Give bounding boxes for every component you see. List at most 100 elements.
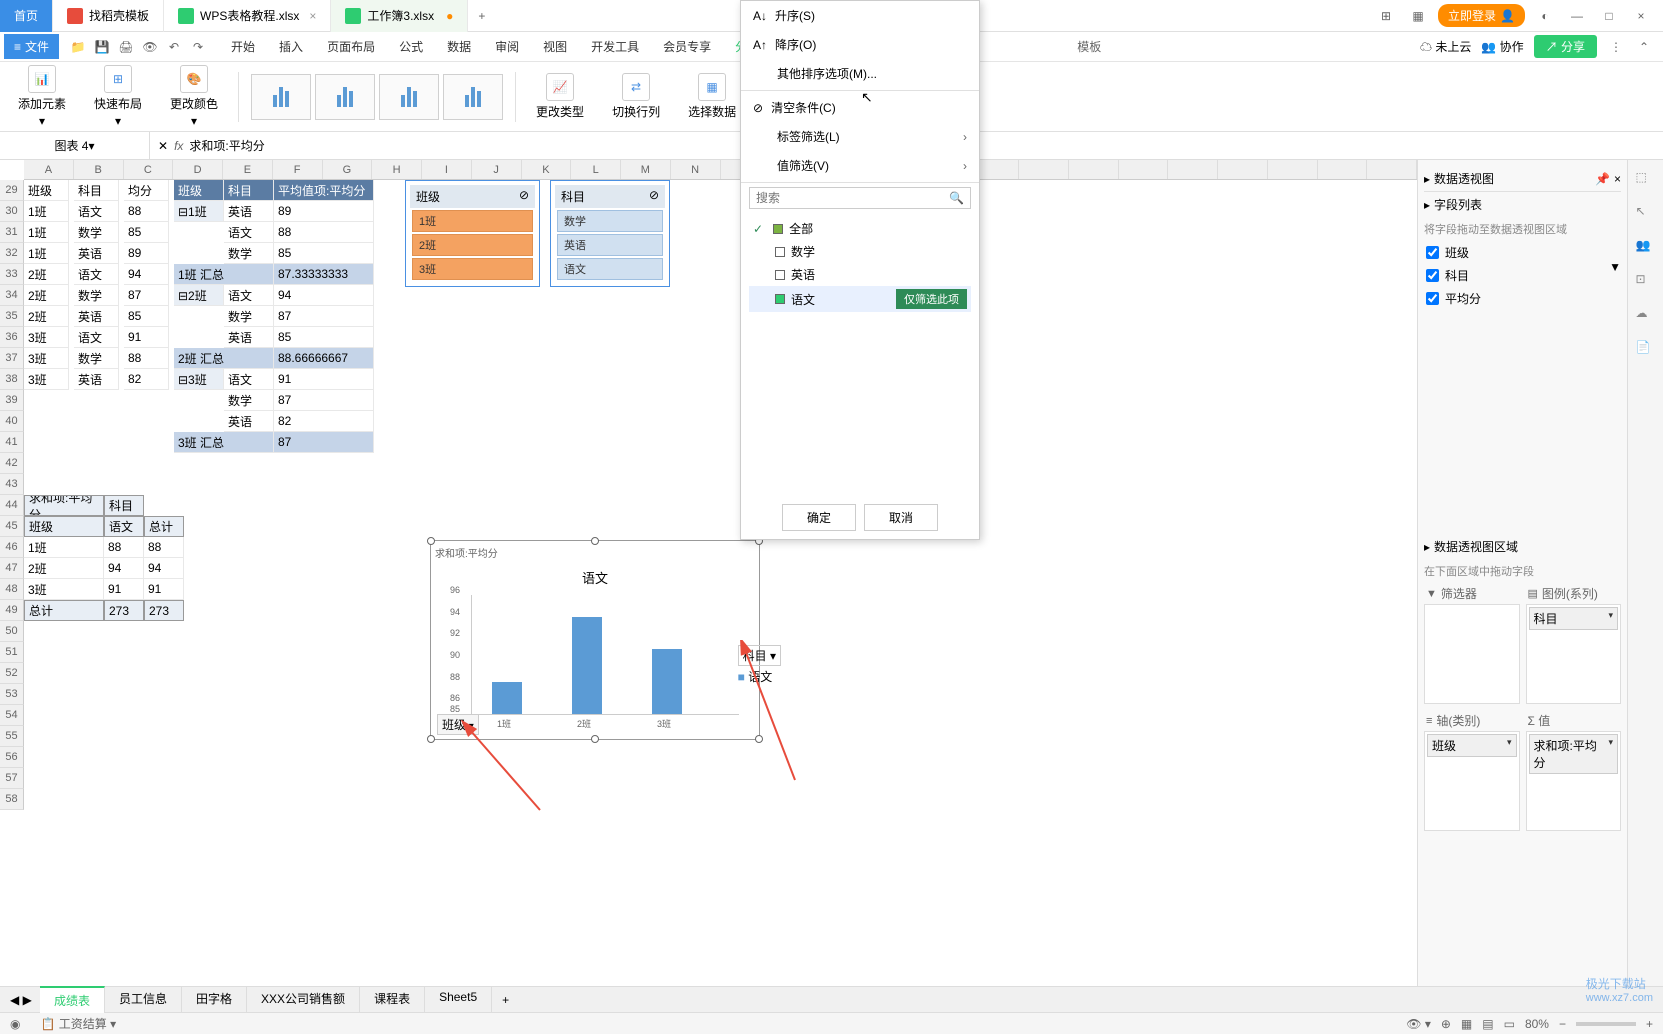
col-header[interactable]: N	[671, 160, 721, 179]
col-header[interactable]: E	[223, 160, 273, 179]
row-header[interactable]: 49	[0, 600, 24, 621]
close-icon[interactable]: ×	[309, 9, 316, 23]
slicer-item[interactable]: 3班	[412, 258, 533, 280]
col-header[interactable]: I	[422, 160, 472, 179]
row-header[interactable]: 47	[0, 558, 24, 579]
tab-templates[interactable]: 找稻壳模板	[53, 0, 164, 32]
cancel-button[interactable]: 取消	[864, 504, 938, 531]
menu-tab[interactable]: 会员专享	[653, 34, 721, 59]
cell[interactable]: 2班	[24, 264, 69, 285]
cell[interactable]: 3班	[24, 327, 69, 348]
pivot-icon[interactable]: 👥	[1636, 238, 1656, 258]
cell[interactable]: 91	[144, 579, 184, 600]
cell[interactable]: 语文	[224, 285, 274, 306]
row-header[interactable]: 30	[0, 201, 24, 222]
pivot-chart[interactable]: 求和项:平均分 语文 科目 ▾ ■ 语文 858688909294961班2班3…	[430, 540, 760, 740]
cell[interactable]: 语文	[74, 201, 119, 222]
change-color-button[interactable]: 🎨更改颜色 ▾	[162, 61, 226, 132]
cell[interactable]: 91	[274, 369, 374, 390]
slicer-subject[interactable]: 科目⊘ 数学英语语文	[550, 180, 670, 287]
filter-item[interactable]: 英语	[749, 263, 971, 286]
redo-icon[interactable]: ↷	[189, 38, 207, 56]
chart-bar[interactable]	[652, 649, 682, 714]
close-panel-icon[interactable]: ×	[1614, 172, 1621, 186]
cell[interactable]: 88	[104, 537, 144, 558]
legend-area[interactable]: 科目▾	[1526, 604, 1622, 704]
zoom-in-icon[interactable]: +	[1646, 1017, 1653, 1031]
row-header[interactable]: 50	[0, 621, 24, 642]
row-header[interactable]: 44	[0, 495, 24, 516]
field-checkbox[interactable]: 班级	[1424, 241, 1621, 264]
quick-layout-button[interactable]: ⊞快速布局 ▾	[86, 61, 150, 132]
page-view-icon[interactable]: ▤	[1482, 1017, 1493, 1031]
share-button[interactable]: ↗ 分享	[1534, 35, 1597, 58]
change-type-button[interactable]: 📈更改类型	[528, 69, 592, 124]
sheet-tab[interactable]: XXX公司销售额	[247, 986, 360, 1013]
cell[interactable]: 3班	[24, 579, 104, 600]
col-header[interactable]: J	[472, 160, 522, 179]
row-header[interactable]: 35	[0, 306, 24, 327]
cell[interactable]: 班级	[24, 180, 69, 201]
pin-icon[interactable]: 📌	[1595, 172, 1610, 186]
add-sheet[interactable]: +	[492, 993, 519, 1007]
row-header[interactable]: 42	[0, 453, 24, 474]
cell[interactable]: 2班	[24, 306, 69, 327]
row-header[interactable]: 34	[0, 285, 24, 306]
row-header[interactable]: 31	[0, 222, 24, 243]
row-header[interactable]: 39	[0, 390, 24, 411]
cloud-icon[interactable]: ☁	[1636, 306, 1656, 326]
sheet-tab[interactable]: 成绩表	[40, 986, 105, 1013]
zoom-out-icon[interactable]: −	[1559, 1017, 1566, 1031]
cell[interactable]: 科目	[104, 495, 144, 516]
cell[interactable]: ⊟1班	[174, 201, 224, 222]
clear-filter-icon[interactable]: ⊘	[519, 188, 529, 205]
reading-view-icon[interactable]: ▭	[1504, 1017, 1515, 1031]
cell[interactable]: 英语	[74, 243, 119, 264]
cell[interactable]: 数学	[74, 348, 119, 369]
login-button[interactable]: 立即登录 👤	[1438, 4, 1525, 27]
row-header[interactable]: 37	[0, 348, 24, 369]
sheet-tab[interactable]: Sheet5	[425, 986, 492, 1013]
cell[interactable]: 94	[144, 558, 184, 579]
menu-tab[interactable]: 审阅	[485, 34, 529, 59]
tab-file-2[interactable]: 工作簿3.xlsx●	[331, 0, 468, 32]
minimize-icon[interactable]: —	[1565, 4, 1589, 28]
col-header[interactable]: G	[323, 160, 373, 179]
menu-tab[interactable]: 开发工具	[581, 34, 649, 59]
cell[interactable]: 平均值项:平均分	[274, 180, 374, 201]
cell[interactable]: 3班 汇总	[174, 432, 274, 453]
chart-styles[interactable]	[251, 74, 503, 120]
menu-tab[interactable]: 视图	[533, 34, 577, 59]
cell[interactable]: 94	[274, 285, 374, 306]
cell[interactable]: 89	[124, 243, 169, 264]
menu-tab[interactable]: 页面布局	[317, 34, 385, 59]
cell[interactable]: 总计	[144, 516, 184, 537]
sort-asc[interactable]: A↓升序(S)	[741, 1, 979, 30]
cell[interactable]: 88	[124, 201, 169, 222]
cursor-icon[interactable]: ↖	[1636, 204, 1656, 224]
label-filter[interactable]: 标签筛选(L)›	[741, 122, 979, 151]
slicer-item[interactable]: 1班	[412, 210, 533, 232]
print-icon[interactable]: 🖨	[117, 38, 135, 56]
more-sort[interactable]: 其他排序选项(M)...	[741, 59, 979, 88]
slicer-item[interactable]: 数学	[557, 210, 663, 232]
name-box[interactable]: 图表 4 ▾	[0, 132, 150, 159]
col-header[interactable]: B	[74, 160, 124, 179]
col-header[interactable]: H	[372, 160, 422, 179]
cell[interactable]: 273	[104, 600, 144, 621]
col-header[interactable]: F	[273, 160, 323, 179]
preview-icon[interactable]: 👁	[141, 38, 159, 56]
row-header[interactable]: 55	[0, 726, 24, 747]
cell[interactable]: 1班 汇总	[174, 264, 274, 285]
cell[interactable]: 88	[124, 348, 169, 369]
cell[interactable]: 82	[124, 369, 169, 390]
cell[interactable]: 1班	[24, 201, 69, 222]
row-header[interactable]: 40	[0, 411, 24, 432]
cell[interactable]: 英语	[74, 306, 119, 327]
more-icon[interactable]: ⋮	[1607, 38, 1625, 56]
cell[interactable]: 89	[274, 201, 374, 222]
focus-icon[interactable]: ⊕	[1441, 1017, 1451, 1031]
cell[interactable]: ⊟2班	[174, 285, 224, 306]
cell[interactable]: 英语	[224, 327, 274, 348]
cell[interactable]: 语文	[74, 264, 119, 285]
